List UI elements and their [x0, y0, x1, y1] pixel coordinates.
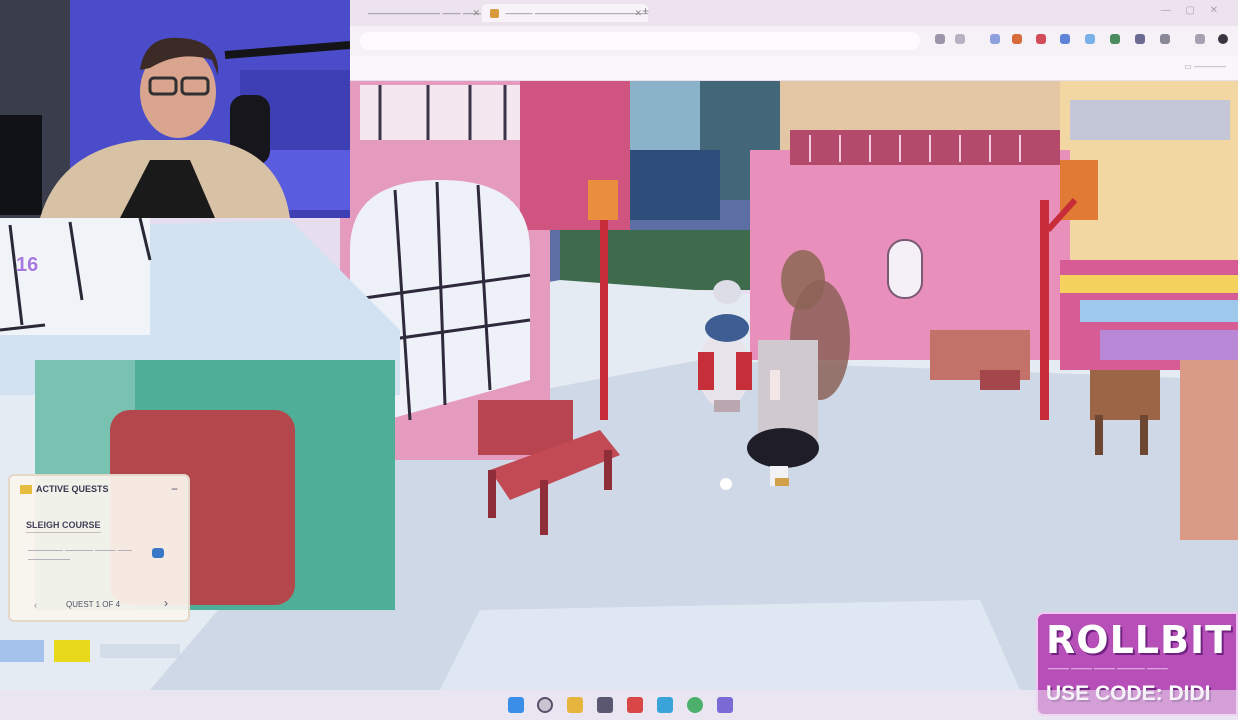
app-icon-1[interactable] — [597, 697, 613, 713]
app-icon-4[interactable] — [717, 697, 733, 713]
hotbar — [0, 640, 200, 662]
quest-panel-collapse-button[interactable]: − — [171, 482, 178, 496]
bookmark-star-icon[interactable] — [935, 34, 945, 44]
browser-toolbar — [350, 26, 1238, 56]
lamp-post-2 — [1040, 200, 1049, 420]
search-icon[interactable] — [537, 697, 553, 713]
new-tab-button[interactable]: + — [642, 4, 649, 18]
browser-tab-1[interactable]: ———————— —— —— ✕ — [360, 4, 486, 22]
house-window — [887, 239, 923, 299]
browser-tab-1-label: ———————— —— —— — [368, 8, 482, 18]
quest-task-status-icon — [152, 548, 164, 558]
downloads-icon[interactable] — [1195, 34, 1205, 44]
browser-app-icon[interactable] — [687, 697, 703, 713]
sidebar-icon[interactable] — [1160, 34, 1170, 44]
bookmarks-bar: ▭ ———— — [350, 56, 1238, 81]
hotbar-slot-1[interactable] — [0, 640, 44, 662]
hotbar-slot-2[interactable] — [54, 640, 90, 662]
extension-icon-4[interactable] — [1060, 34, 1070, 44]
quest-next-button[interactable]: › — [164, 596, 168, 610]
sponsor-tagline: ——— ——— ——— ———— ——— — [1048, 666, 1168, 673]
player-level-indicator: 16 — [16, 254, 39, 276]
lamp-post-1 — [600, 200, 608, 420]
windows-start-icon[interactable] — [508, 697, 524, 713]
close-tab-1-icon[interactable]: ✕ — [472, 4, 480, 22]
profile-avatar-icon[interactable] — [1218, 34, 1228, 44]
webcam-overlay — [0, 0, 350, 218]
quest-panel-title: ACTIVE QUESTS — [20, 484, 109, 494]
file-explorer-icon[interactable] — [567, 697, 583, 713]
app-icon-2[interactable] — [627, 697, 643, 713]
snowball — [720, 478, 732, 490]
bookmarks-folder[interactable]: ▭ ———— — [1184, 62, 1226, 71]
quest-prev-button[interactable]: ‹ — [34, 600, 37, 610]
extension-icon-6[interactable] — [1110, 34, 1120, 44]
quest-task-text: ————— ———— ——— —— —————— — [28, 547, 132, 563]
browser-tab-2-label: ——— —————————————— — [505, 8, 648, 18]
extension-icon-3[interactable] — [1036, 34, 1046, 44]
app-icon-3[interactable] — [657, 697, 673, 713]
hotbar-slot-3[interactable] — [100, 644, 180, 658]
browser-tab-2[interactable]: ——— —————————————— ✕ — [482, 4, 648, 22]
extension-icon-5[interactable] — [1085, 34, 1095, 44]
reader-icon[interactable] — [955, 34, 965, 44]
window-controls[interactable]: — ▢ ✕ — [1161, 5, 1224, 16]
close-tab-2-icon[interactable]: ✕ — [634, 4, 642, 22]
browser-tab-bar: ———————— —— —— ✕ ——— —————————————— ✕ + … — [350, 0, 1238, 27]
quest-panel: ACTIVE QUESTS − SLEIGH COURSE ————— ————… — [8, 474, 190, 622]
sponsor-logo-text: ROLLBIT — [1046, 618, 1233, 662]
address-bar[interactable] — [360, 32, 920, 50]
extension-icon-7[interactable] — [1135, 34, 1145, 44]
extension-icon-2[interactable] — [1012, 34, 1022, 44]
quest-pager-label: QUEST 1 OF 4 — [66, 600, 121, 609]
quest-name: SLEIGH COURSE — [26, 520, 101, 533]
windows-taskbar — [0, 690, 1238, 720]
game-favicon-icon — [490, 9, 499, 19]
distant-sign — [1070, 100, 1230, 140]
extension-icon-1[interactable] — [990, 34, 1000, 44]
